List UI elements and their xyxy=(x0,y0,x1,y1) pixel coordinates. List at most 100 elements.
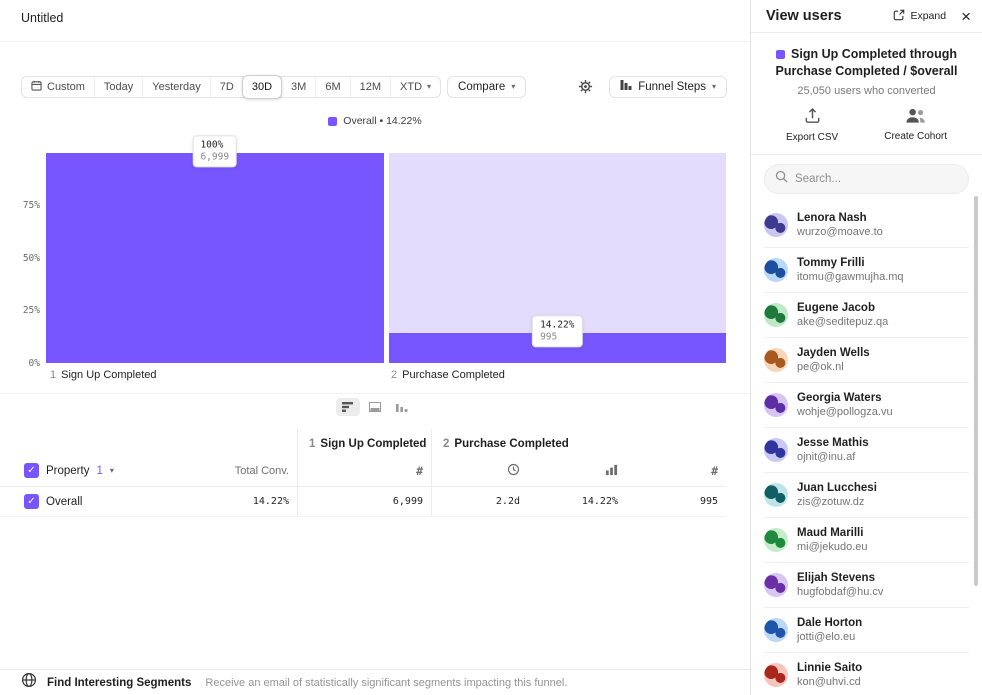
segments-footer: Find Interesting Segments Receive an ema… xyxy=(0,669,750,695)
create-cohort-button[interactable]: Create Cohort xyxy=(884,106,947,143)
compare-button[interactable]: Compare ▾ xyxy=(447,76,526,98)
range-custom-button[interactable]: Custom xyxy=(22,77,94,97)
x-axis: 1Sign Up Completed 2Purchase Completed xyxy=(0,369,750,383)
chevron-down-icon[interactable]: ▾ xyxy=(110,466,114,475)
group-header-step1: 1 Sign Up Completed xyxy=(297,429,431,455)
report-title[interactable]: Untitled xyxy=(21,11,63,25)
plot-area: 100% 6,999 14.22% 995 xyxy=(46,153,726,363)
expand-button[interactable]: Expand xyxy=(893,9,946,24)
cell-step1-count: 6,999 xyxy=(297,487,431,516)
user-search[interactable] xyxy=(764,164,969,194)
avatar xyxy=(764,213,788,237)
chart-legend: Overall • 14.22% xyxy=(0,115,750,127)
bar-value-label: 100% 6,999 xyxy=(192,135,237,167)
bar-pct: 14.22% xyxy=(540,320,574,332)
export-icon xyxy=(803,106,822,128)
user-row[interactable]: Dale Hortonjotti@elo.eu xyxy=(764,608,969,653)
cohort-people-icon xyxy=(905,106,926,127)
close-icon[interactable]: × xyxy=(961,8,971,25)
view-stacked-button[interactable] xyxy=(363,398,387,416)
expand-icon xyxy=(893,9,905,24)
chevron-down-icon: ▾ xyxy=(511,82,515,91)
cell-step2-time: 2.2d xyxy=(431,487,528,516)
user-row[interactable]: Georgia Waterswohje@pollogza.vu xyxy=(764,383,969,428)
funnel-steps-button[interactable]: Funnel Steps ▾ xyxy=(609,76,727,98)
scrollbar[interactable] xyxy=(974,196,978,586)
range-xtd-button[interactable]: XTD ▾ xyxy=(390,77,440,97)
user-row[interactable]: Lenora Nashwurzo@moave.to xyxy=(764,203,969,248)
bar-pct: 100% xyxy=(200,139,229,151)
avatar xyxy=(764,303,788,327)
avatar xyxy=(764,618,788,642)
cell-step2-conv: 14.22% xyxy=(528,487,626,516)
funnel-steps-icon xyxy=(620,79,632,94)
user-row[interactable]: Eugene Jacobake@seditepuz.qa xyxy=(764,293,969,338)
range-today-button[interactable]: Today xyxy=(94,77,142,97)
search-input[interactable] xyxy=(795,173,958,185)
user-row[interactable]: Elijah Stevenshugfobdaf@hu.cv xyxy=(764,563,969,608)
user-row[interactable]: Maud Marillimi@jekudo.eu xyxy=(764,518,969,563)
breakdown-table: 1 Sign Up Completed 2 Purchase Completed… xyxy=(0,429,726,517)
toolbar: Custom Today Yesterday 7D 30D 3M 6M 12M … xyxy=(21,75,727,98)
bar-count: 6,999 xyxy=(200,151,229,163)
user-list: Lenora Nashwurzo@moave.to Tommy Frilliit… xyxy=(751,203,982,695)
row-label: Overall xyxy=(46,496,82,508)
avatar xyxy=(764,573,788,597)
range-6m-button[interactable]: 6M xyxy=(315,77,349,97)
avatar xyxy=(764,393,788,417)
range-yesterday-button[interactable]: Yesterday xyxy=(142,77,210,97)
row-checkbox[interactable]: ✓ xyxy=(24,494,39,509)
export-csv-button[interactable]: Export CSV xyxy=(786,106,838,143)
avatar xyxy=(764,438,788,462)
group-header-step2: 2 Purchase Completed xyxy=(431,429,726,455)
export-csv-label: Export CSV xyxy=(786,132,838,143)
funnel-bar-step1[interactable]: 100% 6,999 xyxy=(46,153,384,363)
y-axis-tick: 50% xyxy=(0,253,40,264)
avatar xyxy=(764,528,788,552)
cell-total-conv: 14.22% xyxy=(200,487,297,516)
view-horizontal-bars-button[interactable] xyxy=(336,398,360,416)
avatar xyxy=(764,663,788,687)
y-axis-tick: 75% xyxy=(0,200,40,211)
user-row[interactable]: Jesse Mathisojnit@inu.af xyxy=(764,428,969,473)
select-all-checkbox[interactable]: ✓ xyxy=(24,463,39,478)
user-row[interactable]: Jayden Wellspe@ok.nl xyxy=(764,338,969,383)
find-segments-link[interactable]: Find Interesting Segments xyxy=(47,677,191,689)
user-row[interactable]: Juan Lucchesizis@zotuw.dz xyxy=(764,473,969,518)
chevron-down-icon: ▾ xyxy=(427,82,431,91)
user-row[interactable]: Tommy Frilliitomu@gawmujha.mq xyxy=(764,248,969,293)
table-row-overall[interactable]: ✓ Overall 14.22% 6,999 2.2d 14.22% 995 xyxy=(0,487,726,517)
settings-gear-icon[interactable] xyxy=(578,79,593,94)
time-to-convert-icon xyxy=(507,463,520,479)
chevron-down-icon: ▾ xyxy=(712,82,716,91)
chart-view-toggles xyxy=(0,393,750,420)
x-axis-label-step2: 2Purchase Completed xyxy=(391,369,505,381)
chart-controls: Funnel Steps ▾ xyxy=(578,76,727,98)
range-7d-button[interactable]: 7D xyxy=(210,77,243,97)
view-users-panel: View users Expand × Sign Up Completed th… xyxy=(750,0,982,695)
funnel-bar-step1-fill: 100% 6,999 xyxy=(46,153,384,363)
expand-label: Expand xyxy=(910,10,946,22)
property-label[interactable]: Property xyxy=(46,465,89,477)
funnel-chart: 75% 50% 25% 0% 100% 6,999 14.22% xyxy=(0,153,750,365)
funnel-swatch xyxy=(776,50,785,59)
panel-title: View users xyxy=(766,8,842,24)
conversion-rate-icon xyxy=(605,463,618,479)
panel-header: View users Expand × xyxy=(751,0,982,33)
table-header-row: ✓ Property 1 ▾ Total Conv. # # xyxy=(0,455,726,487)
avatar xyxy=(764,258,788,282)
bar-value-label: 14.22% 995 xyxy=(532,316,582,348)
range-xtd-label: XTD xyxy=(400,81,422,93)
funnel-bar-step2[interactable]: 14.22% 995 xyxy=(389,153,727,363)
legend-swatch xyxy=(328,117,337,126)
range-30d-button[interactable]: 30D xyxy=(242,75,282,99)
y-axis-tick: 25% xyxy=(0,305,40,316)
panel-actions: Export CSV Create Cohort xyxy=(751,97,982,155)
count-icon: # xyxy=(416,464,423,478)
view-vertical-bars-button[interactable] xyxy=(390,398,414,416)
range-3m-button[interactable]: 3M xyxy=(281,77,315,97)
total-conv-header: Total Conv. xyxy=(200,455,297,486)
user-row[interactable]: Linnie Saitokon@uhvi.cd xyxy=(764,653,969,695)
range-12m-button[interactable]: 12M xyxy=(350,77,390,97)
table-group-header-row: 1 Sign Up Completed 2 Purchase Completed xyxy=(0,429,726,455)
